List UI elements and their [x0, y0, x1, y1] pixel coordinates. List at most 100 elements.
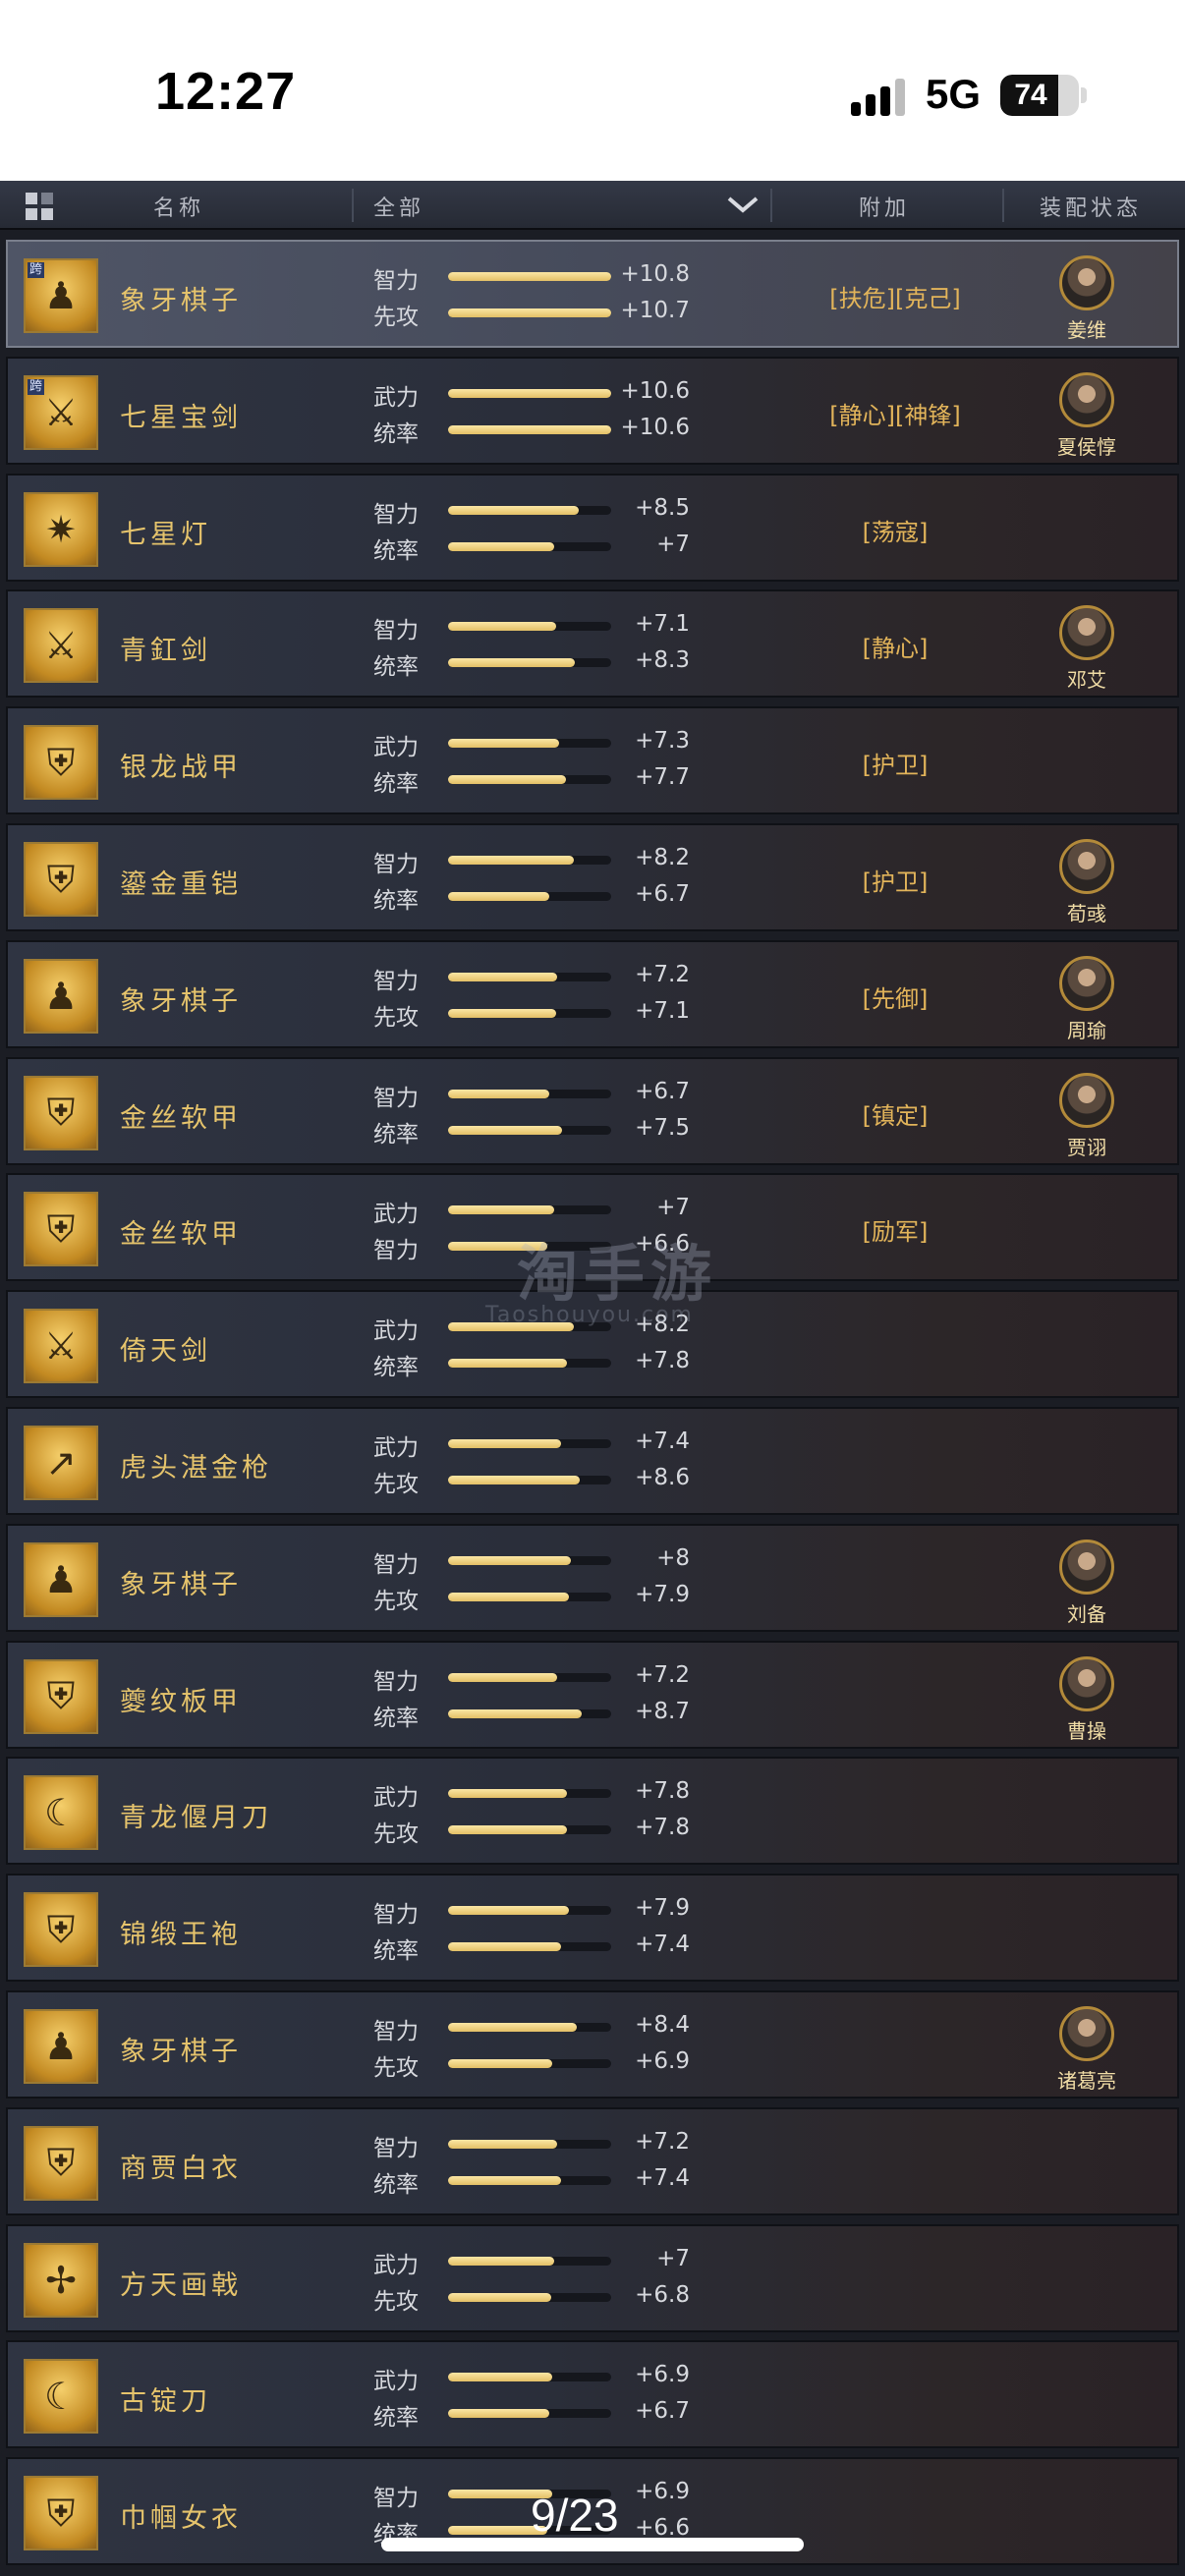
- hero-avatar[interactable]: [1059, 255, 1114, 310]
- stat-line: 武力 +10.6: [373, 378, 698, 411]
- sword-icon: ⚔: [24, 1309, 98, 1384]
- stat-bar: [448, 1906, 611, 1916]
- equipment-panel: 名称 全部 附加 装配状态 ♟ 跨象牙棋子 智力 +10.8 先攻 +10.7 [扶危][克…: [0, 181, 1185, 2576]
- equipment-row[interactable]: ♟ 跨象牙棋子 智力 +10.8 先攻 +10.7 [扶危][克己] 姜维: [6, 240, 1179, 348]
- stat-bar-fill: [448, 505, 579, 515]
- stat-line: 统率 +8.7: [373, 1699, 698, 1731]
- equipment-row[interactable]: ⛨ 金丝软甲 智力 +6.7 统率 +7.5 [镇定] 贾诩: [6, 1056, 1179, 1165]
- stat-value: +7: [656, 2245, 690, 2271]
- stat-bar-fill: [448, 2175, 561, 2185]
- chess-pieces-icon: ♟: [24, 2009, 98, 2084]
- stat-label: 武力: [373, 1785, 419, 1812]
- stat-line: 统率 +7.8: [373, 1348, 698, 1380]
- stat-bar-fill: [448, 1906, 569, 1916]
- equipment-row[interactable]: ⛨ 鎏金重铠 智力 +8.2 统率 +6.7 [护卫] 荀彧: [6, 823, 1179, 931]
- equipment-row[interactable]: ↗ 虎头湛金枪 武力 +7.4 先攻 +8.6: [6, 1407, 1179, 1515]
- equipment-row[interactable]: ⛨ 锦缎王袍 智力 +7.9 统率 +7.4: [6, 1874, 1179, 1983]
- equipment-row[interactable]: ♟ 象牙棋子 智力 +8.4 先攻 +6.9 诸葛亮: [6, 1990, 1179, 2099]
- hero-avatar[interactable]: [1059, 1655, 1114, 1711]
- stat-bar: [448, 892, 611, 901]
- equipment-row[interactable]: ⚔ 青釭剑 智力 +7.1 统率 +8.3 [静心] 邓艾: [6, 589, 1179, 699]
- stat-line: 统率 +7: [373, 532, 698, 564]
- stat-value: +6.6: [635, 1231, 690, 1258]
- stat-bar-fill: [448, 972, 558, 981]
- stat-label: 先攻: [373, 1004, 419, 1031]
- stat-bar: [448, 388, 611, 398]
- stat-line: 智力 +10.8: [373, 261, 698, 294]
- equipment-row[interactable]: ⛨ 金丝软甲 武力 +7 智力 +6.6 [励军]: [6, 1173, 1179, 1282]
- equipment-row[interactable]: ✷ 七星灯 智力 +8.5 统率 +7 [荡寇]: [6, 473, 1179, 582]
- equipment-row[interactable]: ⚔ 跨七星宝剑 武力 +10.6 统率 +10.6 [静心][神锋] 夏侯惇: [6, 356, 1179, 465]
- stat-line: 智力 +8: [373, 1545, 698, 1578]
- armor-icon: ⛨: [24, 725, 98, 801]
- stat-bar-fill: [448, 1825, 568, 1835]
- stat-line: 统率 +6.7: [373, 881, 698, 914]
- stat-bar-fill: [448, 1476, 581, 1484]
- stat-bar-fill: [448, 1322, 574, 1332]
- hero-avatar[interactable]: [1059, 839, 1114, 894]
- item-name: 象牙棋子: [120, 2037, 242, 2067]
- stat-bar-fill: [448, 2256, 554, 2266]
- column-name[interactable]: 名称: [153, 191, 204, 222]
- stat-label: 智力: [373, 1668, 419, 1695]
- stat-bar-fill: [448, 2139, 558, 2149]
- hero-avatar[interactable]: [1059, 2006, 1114, 2061]
- stat-label: 先攻: [373, 2288, 419, 2315]
- page-indicator: 9/23: [531, 2490, 619, 2541]
- stat-line: 智力 +7.2: [373, 1662, 698, 1695]
- stat-value: +10.8: [620, 261, 690, 287]
- stat-label: 统率: [373, 2405, 419, 2432]
- extra-tags: [励军]: [862, 1218, 929, 1247]
- stat-bar-fill: [448, 1555, 571, 1565]
- stat-bar: [448, 1359, 611, 1369]
- stat-value: +6.9: [635, 2048, 690, 2074]
- stat-bar: [448, 775, 611, 785]
- stat-value: +7.9: [635, 1581, 690, 1607]
- stat-line: 智力 +6.7: [373, 1079, 698, 1111]
- chess-pieces-icon: ♟: [24, 958, 98, 1034]
- equipment-row[interactable]: ☾ 古锭刀 武力 +6.9 统率 +6.7: [6, 2340, 1179, 2449]
- stat-bar: [448, 2256, 611, 2266]
- stat-bar-fill: [448, 1205, 554, 1215]
- stat-bar: [448, 2023, 611, 2032]
- stat-value: +7.8: [635, 1778, 690, 1805]
- stat-label: 智力: [373, 1238, 419, 1264]
- equipment-row[interactable]: ♟ 象牙棋子 智力 +7.2 先攻 +7.1 [先御] 周瑜: [6, 939, 1179, 1048]
- hero-avatar[interactable]: [1059, 1072, 1114, 1128]
- equipment-row[interactable]: ⛨ 夔纹板甲 智力 +7.2 统率 +8.7 曹操: [6, 1640, 1179, 1749]
- stat-label: 智力: [373, 2486, 419, 2512]
- lamp-icon: ✷: [24, 491, 98, 567]
- stat-bar: [448, 1322, 611, 1332]
- equipment-row[interactable]: ☾ 青龙偃月刀 武力 +7.8 先攻 +7.8: [6, 1757, 1179, 1866]
- equipment-row[interactable]: ⚔ 倚天剑 武力 +8.2 统率 +7.8: [6, 1290, 1179, 1399]
- chess-pieces-icon: ♟ 跨: [24, 258, 98, 333]
- filter-dropdown[interactable]: 全部: [373, 191, 424, 222]
- hero-name: 诸葛亮: [1057, 2069, 1116, 2093]
- chevron-down-icon[interactable]: [725, 193, 761, 216]
- column-equip-status: 装配状态: [1040, 196, 1143, 221]
- equipment-row[interactable]: ⛨ 银龙战甲 武力 +7.3 统率 +7.7 [护卫]: [6, 706, 1179, 815]
- hero-avatar[interactable]: [1059, 605, 1114, 661]
- stat-bar-fill: [448, 2292, 551, 2302]
- stat-label: 智力: [373, 2135, 419, 2161]
- stat-bar: [448, 272, 611, 281]
- hero-avatar[interactable]: [1059, 1539, 1114, 1595]
- hero-avatar[interactable]: [1059, 371, 1114, 427]
- stat-line: 统率 +7.4: [373, 2165, 698, 2198]
- stat-label: 先攻: [373, 305, 419, 330]
- stat-bar-fill: [448, 1672, 558, 1682]
- hero-name: 荀彧: [1067, 902, 1106, 925]
- stat-bar-fill: [448, 739, 559, 749]
- equipment-row[interactable]: ⛨ 商贾白衣 智力 +7.2 统率 +7.4: [6, 2106, 1179, 2215]
- grid-view-icon[interactable]: [26, 193, 53, 220]
- equipment-row[interactable]: ✢ 方天画戟 武力 +7 先攻 +6.8: [6, 2223, 1179, 2332]
- hero-avatar[interactable]: [1059, 955, 1114, 1011]
- stat-bar: [448, 2409, 611, 2419]
- sword-icon: ⚔: [24, 608, 98, 684]
- stat-line: 智力 +7.1: [373, 611, 698, 644]
- stat-line: 统率 +7.4: [373, 1932, 698, 1964]
- stat-label: 武力: [373, 1435, 419, 1461]
- home-indicator[interactable]: [381, 2538, 804, 2551]
- equipment-row[interactable]: ♟ 象牙棋子 智力 +8 先攻 +7.9 刘备: [6, 1523, 1179, 1632]
- stat-bar: [448, 1942, 611, 1952]
